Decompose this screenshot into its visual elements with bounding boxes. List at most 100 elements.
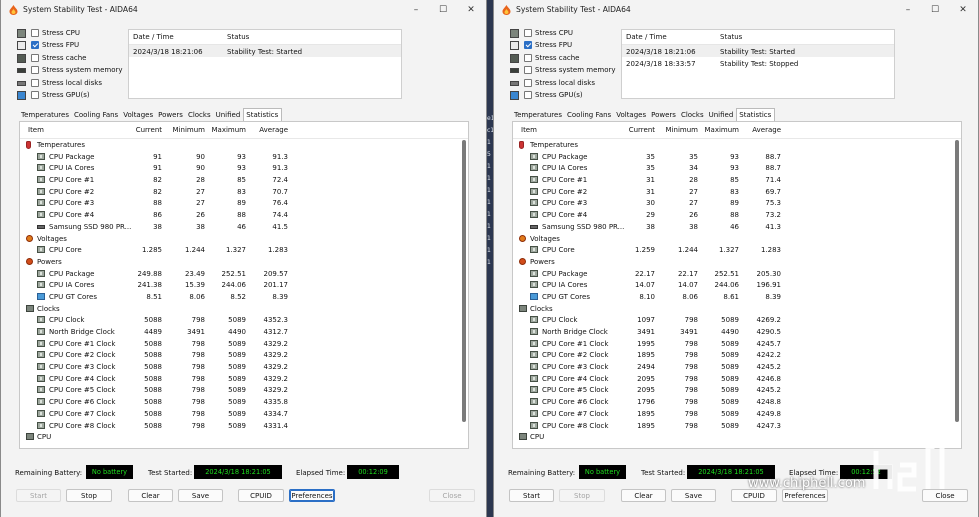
stats-row[interactable]: CPU Core #6 Clock 5088 798 5089 4335.8 [20,396,468,408]
stats-row[interactable]: CPU Core #5 Clock 2095 798 5089 4245.2 [513,384,961,396]
stress-option-stress-gpu-s[interactable]: Stress GPU(s) [17,90,122,102]
stats-row[interactable]: CPU Core #3 88 27 89 76.4 [20,197,468,209]
stress-option-stress-local-disks[interactable]: Stress local disks [510,78,615,90]
stats-row[interactable]: CPU Core #4 Clock 2095 798 5089 4246.8 [513,373,961,385]
stats-row[interactable]: CPU GT Cores 8.10 8.06 8.61 8.39 [513,291,961,303]
start-button[interactable]: Start [16,489,61,502]
stats-row[interactable]: North Bridge Clock 4489 3491 4490 4312.7 [20,326,468,338]
vertical-scrollbar[interactable] [955,140,959,422]
stats-group[interactable]: Temperatures [513,139,961,151]
stats-row[interactable]: CPU Core #4 29 26 88 73.2 [513,209,961,221]
tab-statistics[interactable]: Statistics [736,108,776,122]
close-window-button[interactable]: ✕ [461,3,481,17]
stress-checkbox[interactable] [31,66,39,75]
stats-row[interactable]: CPU IA Cores 35 34 93 88.7 [513,162,961,174]
stress-option-stress-system-memory[interactable]: Stress system memory [17,65,123,77]
minimize-button[interactable]: – [898,3,918,17]
clear-button[interactable]: Clear [128,489,173,502]
maximize-button[interactable]: ☐ [925,3,945,17]
stats-row[interactable]: CPU Clock 5088 798 5089 4352.3 [20,314,468,326]
minimize-button[interactable]: – [406,3,426,17]
stop-button[interactable]: Stop [66,489,112,502]
stats-row[interactable]: CPU IA Cores 91 90 93 91.3 [20,162,468,174]
stats-row[interactable]: CPU Package 249.88 23.49 252.51 209.57 [20,268,468,280]
close-button[interactable]: Close [429,489,475,502]
power-icon [519,257,526,265]
stats-row[interactable]: CPU Package 35 35 93 88.7 [513,151,961,163]
stress-option-stress-fpu[interactable]: Stress FPU [17,40,122,52]
stats-row[interactable]: CPU Core #5 Clock 5088 798 5089 4329.2 [20,384,468,396]
stats-group[interactable]: Clocks [513,303,961,315]
stats-group[interactable]: CPU [20,431,468,443]
stats-row[interactable]: CPU Core #3 30 27 89 75.3 [513,197,961,209]
vertical-scrollbar[interactable] [462,140,466,422]
stats-row[interactable]: CPU Core #2 Clock 5088 798 5089 4329.2 [20,349,468,361]
stress-option-stress-cpu[interactable]: Stress CPU [510,28,615,40]
tab-statistics[interactable]: Statistics [243,108,283,122]
stress-option-stress-gpu-s[interactable]: Stress GPU(s) [510,90,615,102]
stress-checkbox[interactable] [524,29,532,37]
stats-row[interactable]: CPU Clock 1097 798 5089 4269.2 [513,314,961,326]
stats-row[interactable]: CPU Core #1 Clock 5088 798 5089 4329.2 [20,338,468,350]
stress-option-stress-cache[interactable]: Stress cache [17,53,122,65]
save-button[interactable]: Save [178,489,223,502]
stats-row[interactable]: CPU Core #3 Clock 2494 798 5089 4245.2 [513,361,961,373]
stress-checkbox[interactable] [31,90,39,99]
preferences-button[interactable]: Preferences [289,489,335,502]
close-window-button[interactable]: ✕ [953,3,973,17]
stats-row[interactable]: CPU Core #1 82 28 85 72.4 [20,174,468,186]
save-button[interactable]: Save [671,489,716,502]
stats-row[interactable]: CPU Core #2 Clock 1895 798 5089 4242.2 [513,349,961,361]
stats-row[interactable]: CPU Core #2 31 27 83 69.7 [513,186,961,198]
stress-checkbox[interactable] [524,78,532,87]
gpu-icon [530,292,538,300]
stress-checkbox[interactable] [524,66,532,75]
stop-button[interactable]: Stop [559,489,605,502]
stats-row[interactable]: CPU Core #6 Clock 1796 798 5089 4248.8 [513,396,961,408]
stats-row[interactable]: CPU Core #7 Clock 1895 798 5089 4249.8 [513,408,961,420]
stats-row[interactable]: Samsung SSD 980 PR... 38 38 46 41.3 [513,221,961,233]
stress-checkbox[interactable] [31,41,39,50]
stats-row[interactable]: CPU Core #1 31 28 85 71.4 [513,174,961,186]
close-button[interactable]: Close [922,489,968,502]
stats-row[interactable]: Samsung SSD 980 PR... 38 38 46 41.5 [20,221,468,233]
stats-group[interactable]: Voltages [513,233,961,245]
stats-row[interactable]: CPU Core 1.259 1.244 1.327 1.283 [513,244,961,256]
stats-group[interactable]: Voltages [20,233,468,245]
stress-option-stress-local-disks[interactable]: Stress local disks [17,78,122,90]
stress-option-stress-cache[interactable]: Stress cache [510,53,615,65]
stress-checkbox[interactable] [31,29,39,37]
stats-group[interactable]: Powers [513,256,961,268]
stress-checkbox[interactable] [524,53,532,62]
maximize-button[interactable]: ☐ [433,3,453,17]
stats-row[interactable]: CPU Package 91 90 93 91.3 [20,151,468,163]
stats-group[interactable]: Powers [20,256,468,268]
clear-button[interactable]: Clear [621,489,666,502]
stress-checkbox[interactable] [31,78,39,87]
stats-group[interactable]: CPU [513,431,961,443]
stats-row[interactable]: CPU Package 22.17 22.17 252.51 205.30 [513,268,961,280]
stats-group[interactable]: Temperatures [20,139,468,151]
stats-row[interactable]: CPU IA Cores 241.38 15.39 244.06 201.17 [20,279,468,291]
stats-row[interactable]: CPU Core #2 82 27 83 70.7 [20,186,468,198]
stress-option-stress-cpu[interactable]: Stress CPU [17,28,122,40]
stats-group[interactable]: Clocks [20,303,468,315]
start-button[interactable]: Start [509,489,554,502]
stats-row[interactable]: CPU Core #4 Clock 5088 798 5089 4329.2 [20,373,468,385]
stats-row[interactable]: CPU Core #8 Clock 5088 798 5089 4331.4 [20,420,468,432]
stats-row[interactable]: CPU Core #8 Clock 1895 798 5089 4247.3 [513,420,961,432]
stats-row[interactable]: CPU Core #7 Clock 5088 798 5089 4334.7 [20,408,468,420]
stats-row[interactable]: CPU Core #3 Clock 5088 798 5089 4329.2 [20,361,468,373]
stress-option-stress-system-memory[interactable]: Stress system memory [510,65,616,77]
stress-checkbox[interactable] [524,90,532,99]
stats-row[interactable]: CPU GT Cores 8.51 8.06 8.52 8.39 [20,291,468,303]
stress-option-stress-fpu[interactable]: Stress FPU [510,40,615,52]
stats-row[interactable]: North Bridge Clock 3491 3491 4490 4290.5 [513,326,961,338]
stats-row[interactable]: CPU Core 1.285 1.244 1.327 1.283 [20,244,468,256]
stats-row[interactable]: CPU IA Cores 14.07 14.07 244.06 196.91 [513,279,961,291]
cpuid-button[interactable]: CPUID [238,489,284,502]
stats-row[interactable]: CPU Core #4 86 26 88 74.4 [20,209,468,221]
stress-checkbox[interactable] [31,53,39,62]
stress-checkbox[interactable] [524,41,532,50]
stats-row[interactable]: CPU Core #1 Clock 1995 798 5089 4245.7 [513,338,961,350]
